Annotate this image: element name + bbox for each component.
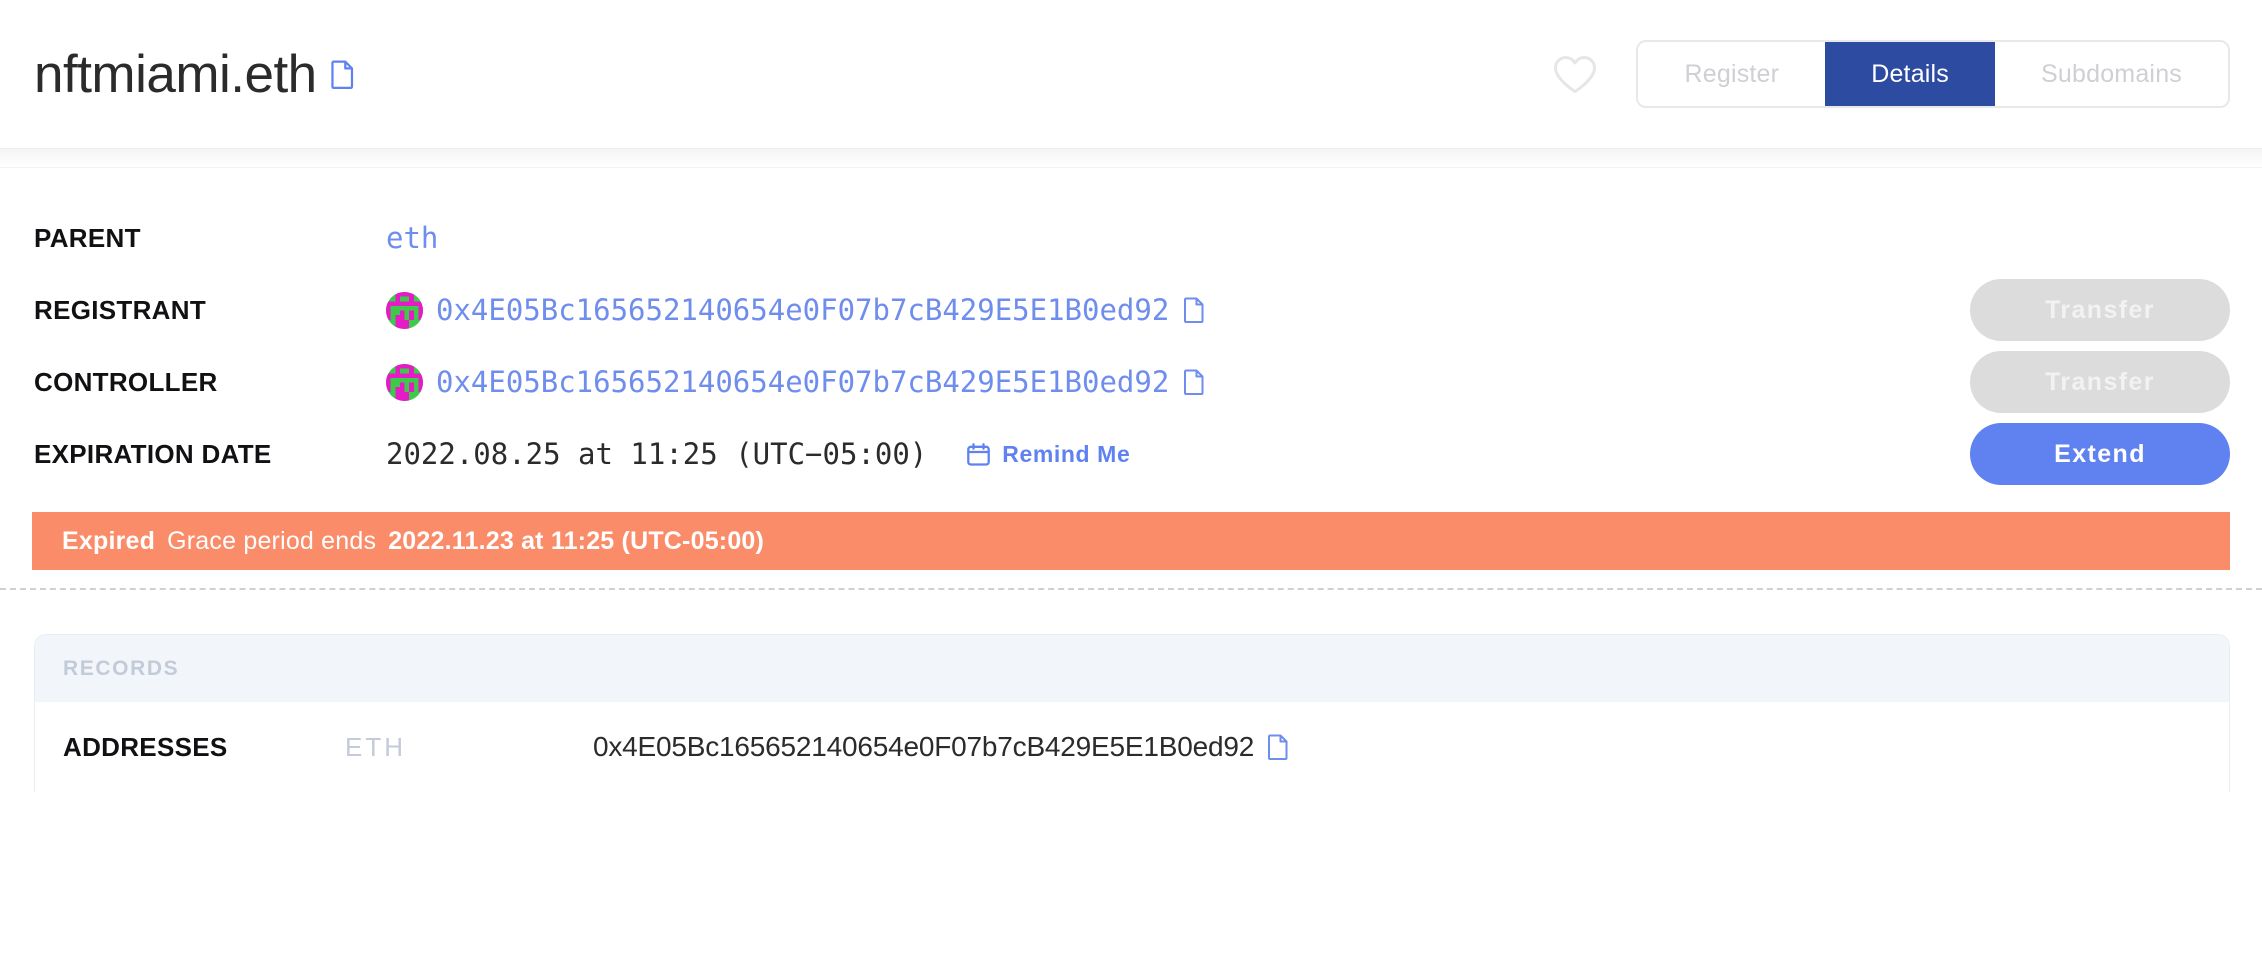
copy-document-icon[interactable] — [1184, 369, 1204, 395]
banner-message: Grace period ends — [167, 526, 377, 555]
banner-status: Expired — [62, 526, 156, 555]
copy-document-icon[interactable] — [1184, 297, 1204, 323]
registrant-address[interactable]: 0x4E05Bc165652140654e0F07b7cB429E5E1B0ed… — [436, 293, 1169, 327]
tab-register[interactable]: Register — [1638, 42, 1826, 106]
detail-value-controller: 0x4E05Bc165652140654e0F07b7cB429E5E1B0ed… — [386, 363, 1204, 401]
remind-me-button[interactable]: Remind Me — [966, 441, 1130, 468]
view-tabs[interactable]: Register Details Subdomains — [1636, 40, 2230, 108]
avatar — [386, 291, 423, 329]
copy-document-icon[interactable] — [331, 60, 354, 89]
transfer-registrant-button[interactable]: Transfer — [1970, 279, 2230, 341]
transfer-controller-button[interactable]: Transfer — [1970, 351, 2230, 413]
detail-value-registrant: 0x4E05Bc165652140654e0F07b7cB429E5E1B0ed… — [386, 291, 1204, 329]
remind-me-label: Remind Me — [1002, 440, 1131, 467]
parent-link[interactable]: eth — [386, 221, 438, 255]
records-section-title: RECORDS — [35, 635, 2229, 702]
page-title: nftmiami.eth — [34, 44, 317, 104]
controller-address[interactable]: 0x4E05Bc165652140654e0F07b7cB429E5E1B0ed… — [436, 365, 1169, 399]
records-address-value-wrap: 0x4E05Bc165652140654e0F07b7cB429E5E1B0ed… — [593, 731, 1288, 763]
header-actions: Register Details Subdomains — [1552, 40, 2230, 108]
calendar-icon — [966, 442, 991, 467]
detail-label-registrant: REGISTRANT — [34, 294, 206, 325]
expired-banner: Expired Grace period ends 2022.11.23 at … — [32, 512, 2230, 570]
expiration-date-text: 2022.08.25 at 11:25 (UTC−05:00) — [386, 437, 928, 471]
records-label-addresses: ADDRESSES — [63, 731, 228, 762]
detail-label-parent: PARENT — [34, 222, 141, 253]
detail-value-expiration-date: 2022.08.25 at 11:25 (UTC−05:00) Remind M… — [386, 437, 1130, 471]
detail-label-controller: CONTROLLER — [34, 366, 218, 397]
extend-button[interactable]: Extend — [1970, 423, 2230, 485]
title-block: nftmiami.eth — [34, 48, 354, 101]
detail-value-parent: eth — [386, 221, 438, 255]
section-divider — [0, 588, 2262, 590]
heart-icon[interactable] — [1552, 53, 1598, 95]
controller-action: Transfer — [1970, 351, 2230, 413]
avatar — [386, 363, 423, 401]
records-type-eth: ETH — [345, 731, 406, 762]
detail-label-expiration-date: EXPIRATION DATE — [34, 438, 272, 469]
records-address-value: 0x4E05Bc165652140654e0F07b7cB429E5E1B0ed… — [593, 731, 1255, 762]
copy-document-icon[interactable] — [1268, 734, 1288, 760]
tab-subdomains[interactable]: Subdomains — [1995, 42, 2228, 106]
detail-row-registrant: REGISTRANT 0x4E05Bc165652140654e0F07b7cB… — [34, 274, 2230, 346]
page-header: nftmiami.eth Register Details Subdomains — [0, 0, 2262, 148]
registrant-action: Transfer — [1970, 279, 2230, 341]
header-separator — [0, 148, 2262, 168]
detail-row-controller: CONTROLLER 0x4E05Bc165652140654e0F07b7cB… — [34, 346, 2230, 418]
records-panel: RECORDS ADDRESSES ETH 0x4E05Bc1656521406… — [34, 634, 2230, 792]
expiration-action: Extend — [1970, 423, 2230, 485]
banner-grace-end: 2022.11.23 at 11:25 (UTC-05:00) — [388, 526, 765, 555]
records-row-addresses: ADDRESSES ETH 0x4E05Bc165652140654e0F07b… — [35, 702, 2229, 792]
detail-row-parent: PARENT eth — [34, 202, 2230, 274]
tab-details[interactable]: Details — [1825, 42, 1996, 106]
details-section: PARENT eth REGISTRANT 0x4E05Bc1656521406… — [0, 168, 2262, 490]
detail-row-expiration-date: EXPIRATION DATE 2022.08.25 at 11:25 (UTC… — [34, 418, 2230, 490]
